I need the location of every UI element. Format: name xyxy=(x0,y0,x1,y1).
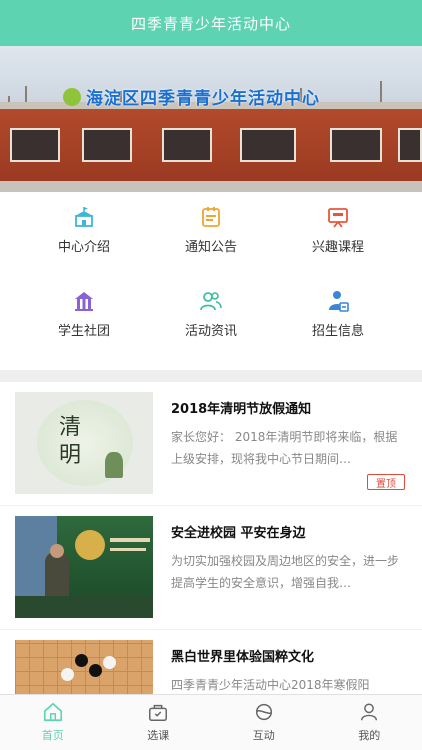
banner-sign: 海淀区四季青青少年活动中心 xyxy=(86,89,320,109)
news-title: 2018年清明节放假通知 xyxy=(171,402,312,417)
people-icon xyxy=(198,288,224,314)
grid-item-notice[interactable]: 通知公告 xyxy=(141,192,281,262)
banner-image[interactable]: 海淀区四季青青少年活动中心 xyxy=(0,46,422,192)
grid-item-student-club[interactable]: 学生社团 xyxy=(14,276,154,346)
tab-label: 选课 xyxy=(147,729,170,742)
news-item[interactable]: 安全进校园 平安在身边 为切实加强校园及周边地区的安全，进一步提高学生的安全意识… xyxy=(0,506,422,630)
user-icon xyxy=(358,701,380,723)
news-item[interactable]: 清明 2018年清明节放假通知 家长您好： 2018年清明节即将来临，根据上级安… xyxy=(0,382,422,506)
news-thumbnail: 清明 xyxy=(15,392,153,494)
grid-item-label: 招生信息 xyxy=(311,324,364,339)
thumb-caption: 清明 xyxy=(59,415,82,468)
grid-item-interest-course[interactable]: 兴趣课程 xyxy=(268,192,408,262)
grid-item-label: 学生社团 xyxy=(57,324,110,339)
news-summary: 四季青青少年活动中心2018年寒假阳 xyxy=(171,678,370,692)
grid-item-label: 通知公告 xyxy=(184,240,237,255)
bottom-tab-bar: 首页 选课 互动 我的 xyxy=(0,694,422,750)
grid-item-label: 中心介绍 xyxy=(57,240,110,255)
tab-label: 首页 xyxy=(41,729,64,742)
news-thumbnail xyxy=(15,516,153,618)
news-title: 黑白世界里体验国粹文化 xyxy=(171,650,315,665)
feature-grid: 中心介绍 通知公告 兴趣课程 学生社团 活动资讯 招生信息 xyxy=(0,192,422,370)
grid-item-label: 兴趣课程 xyxy=(311,240,364,255)
news-thumbnail xyxy=(15,640,153,694)
news-title: 安全进校园 平安在身边 xyxy=(171,526,306,541)
school-icon xyxy=(71,204,97,230)
course-select-icon xyxy=(147,701,169,723)
page-title: 四季青青少年活动中心 xyxy=(130,14,291,33)
news-list: 清明 2018年清明节放假通知 家长您好： 2018年清明节即将来临，根据上级安… xyxy=(0,382,422,694)
news-item[interactable]: 黑白世界里体验国粹文化 四季青青少年活动中心2018年寒假阳 xyxy=(0,630,422,694)
tab-label: 我的 xyxy=(358,729,381,742)
home-icon xyxy=(42,701,64,723)
news-summary: 家长您好： 2018年清明节即将来临，根据上级安排，现将我中心节日期间… xyxy=(171,430,398,466)
notice-icon xyxy=(198,204,224,230)
tab-mine[interactable]: 我的 xyxy=(317,695,422,750)
grid-item-center-intro[interactable]: 中心介绍 xyxy=(14,192,154,262)
course-board-icon xyxy=(325,204,351,230)
tab-course-select[interactable]: 选课 xyxy=(106,695,212,750)
tab-interact[interactable]: 互动 xyxy=(211,695,317,750)
tab-label: 互动 xyxy=(252,729,275,742)
grid-item-activity-news[interactable]: 活动资讯 xyxy=(141,276,281,346)
enroll-icon xyxy=(325,288,351,314)
interact-icon xyxy=(253,701,275,723)
app-header: 四季青青少年活动中心 xyxy=(0,0,422,46)
grid-item-enrollment[interactable]: 招生信息 xyxy=(268,276,408,346)
tab-home[interactable]: 首页 xyxy=(0,695,106,750)
news-summary: 为切实加强校园及周边地区的安全，进一步提高学生的安全意识，增强自我… xyxy=(171,554,400,590)
grid-item-label: 活动资讯 xyxy=(184,324,237,339)
club-icon xyxy=(71,288,97,314)
center-logo-icon xyxy=(63,88,81,106)
section-divider xyxy=(0,370,422,382)
pinned-badge: 置顶 xyxy=(367,474,405,490)
